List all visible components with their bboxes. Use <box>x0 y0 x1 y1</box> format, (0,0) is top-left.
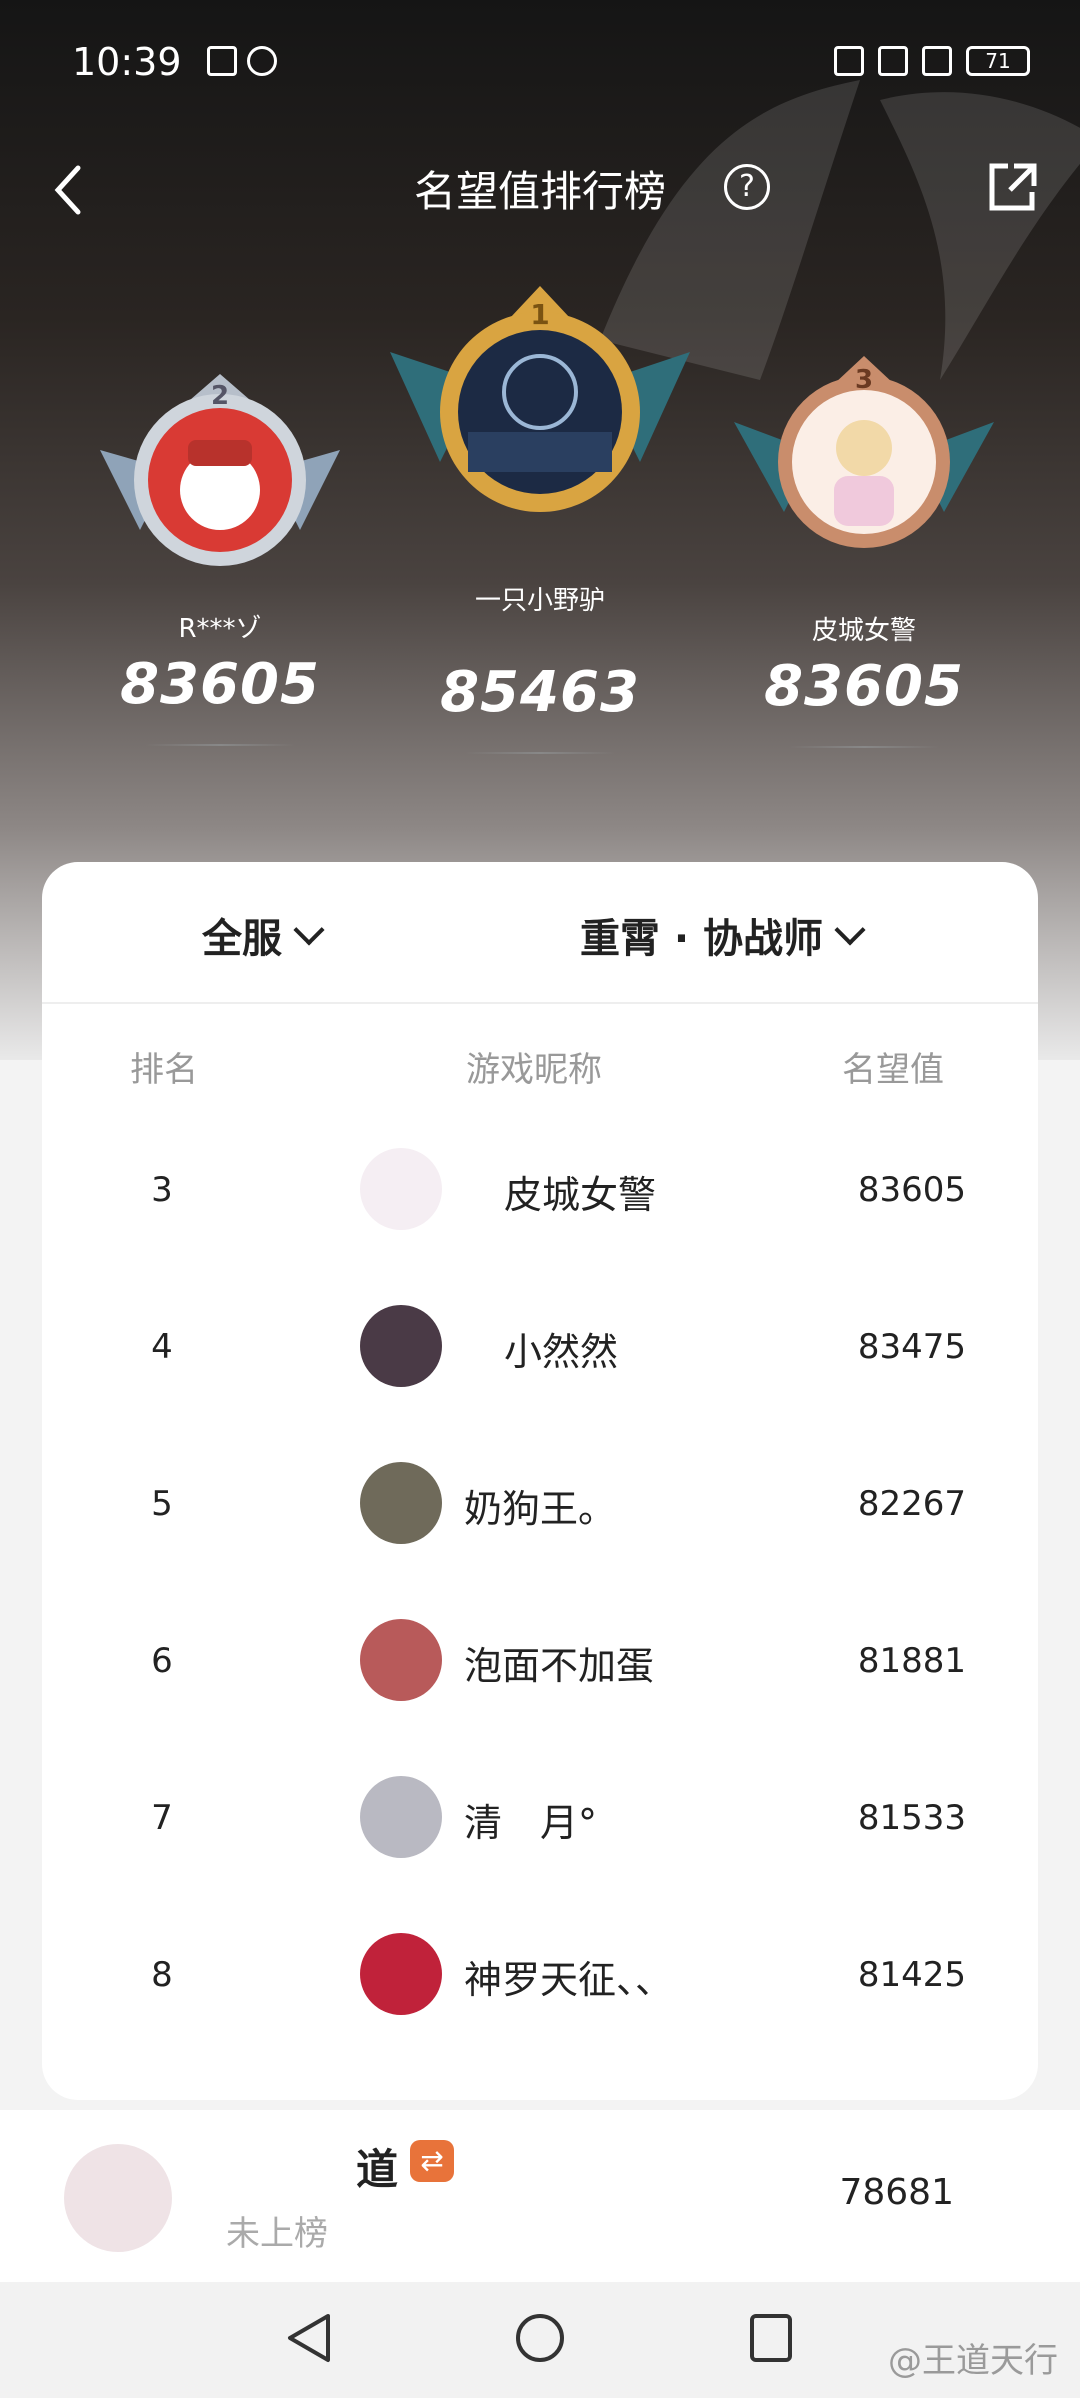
wechat-icon <box>247 46 277 76</box>
system-icons: 71 <box>834 46 1030 76</box>
chevron-down-icon <box>293 914 325 946</box>
row-score: 82267 <box>857 1484 966 1524</box>
row-nickname: 泡面不加蛋 <box>464 1644 655 1688</box>
hero-filter-label: 重霄 · 协战师 <box>580 916 824 962</box>
row-score: 81425 <box>857 1955 966 1995</box>
table-row[interactable]: 3 皮城女警 83605 <box>42 1112 1038 1269</box>
battery-level: 71 <box>985 49 1011 73</box>
nav-back-icon[interactable] <box>284 2310 334 2366</box>
avatar <box>360 1462 442 1544</box>
bluetooth-icon <box>878 46 908 76</box>
ornament-line <box>465 752 615 754</box>
leaderboard-card: 全服 重霄 · 协战师 排名 游戏昵称 名望值 3 皮城女警 83605 4 小… <box>42 862 1038 2100</box>
row-score: 83475 <box>857 1327 966 1367</box>
badge-rank-number: 3 <box>855 365 873 395</box>
battery-icon: 71 <box>966 46 1030 76</box>
transfer-badge-icon: ⇄ <box>410 2140 454 2182</box>
podium-score: 85463 <box>440 660 640 725</box>
avatar <box>360 1933 442 2015</box>
column-header-nickname: 游戏昵称 <box>466 1050 602 1090</box>
table-row[interactable]: 4 小然然 83475 <box>42 1269 1038 1426</box>
row-rank: 7 <box>151 1798 173 1838</box>
row-rank: 3 <box>151 1170 173 1210</box>
silver-rank-badge: 2 <box>100 374 340 566</box>
my-rank-status: 未上榜 <box>226 2214 328 2254</box>
podium-third[interactable]: 3 皮城女警 83605 <box>714 352 1014 772</box>
status-bar: 10:39 71 <box>72 40 1030 90</box>
row-rank: 6 <box>151 1641 173 1681</box>
podium-name: 皮城女警 <box>811 616 916 646</box>
status-time: 10:39 <box>72 40 182 84</box>
system-navigation-bar: @王道天行 <box>0 2282 1080 2398</box>
bronze-rank-badge: 3 <box>734 356 994 548</box>
row-rank: 4 <box>151 1327 173 1367</box>
column-header-score: 名望值 <box>842 1050 944 1090</box>
ornament-line <box>789 746 939 748</box>
nav-home-icon[interactable] <box>512 2310 568 2366</box>
avatar <box>64 2144 172 2252</box>
row-nickname: 皮城女警 <box>504 1173 657 1217</box>
row-nickname: 清 月° <box>464 1801 598 1845</box>
share-icon[interactable] <box>984 160 1040 216</box>
table-row[interactable]: 8 神罗天征、、 81425 <box>42 1897 1038 2054</box>
podium-name: 一只小野驴 <box>474 586 605 616</box>
avatar <box>360 1619 442 1701</box>
watermark: @王道天行 <box>888 2341 1058 2381</box>
avatar <box>360 1148 442 1230</box>
avatar <box>360 1776 442 1858</box>
my-score: 78681 <box>839 2172 954 2213</box>
nav-recents-icon[interactable] <box>746 2310 796 2366</box>
podium-first[interactable]: 1 一只小野驴 85463 <box>390 282 690 762</box>
table-row[interactable]: 6 泡面不加蛋 81881 <box>42 1583 1038 1740</box>
signal-icon <box>922 46 952 76</box>
page-title: 名望值排行榜 <box>413 167 666 216</box>
podium-name: R***ゾ <box>178 614 262 644</box>
nfc-icon <box>834 46 864 76</box>
my-ranking-bar[interactable]: 道 ⇄ 未上榜 78681 <box>0 2110 1080 2282</box>
podium-second[interactable]: 2 R***ゾ 83605 <box>70 370 370 770</box>
region-filter-label: 全服 <box>202 916 282 962</box>
my-nickname: 道 <box>356 2145 399 2194</box>
table-row[interactable]: 5 奶狗王。 82267 <box>42 1426 1038 1583</box>
row-score: 81533 <box>857 1798 966 1838</box>
podium-score: 83605 <box>120 652 320 717</box>
row-nickname: 神罗天征、、 <box>464 1958 674 2002</box>
row-score: 81881 <box>857 1641 966 1681</box>
row-rank: 5 <box>151 1484 173 1524</box>
row-nickname: 小然然 <box>504 1330 619 1374</box>
region-filter-dropdown[interactable]: 全服 <box>202 906 325 964</box>
row-rank: 8 <box>151 1955 173 1995</box>
row-score: 83605 <box>857 1170 966 1210</box>
gold-rank-badge: 1 <box>390 286 690 512</box>
badge-rank-number: 1 <box>530 298 549 331</box>
page-header: 名望值排行榜 ? <box>0 150 1080 230</box>
filter-bar: 全服 重霄 · 协战师 <box>42 862 1038 1004</box>
avatar <box>360 1305 442 1387</box>
ornament-line <box>145 744 295 746</box>
hero-filter-dropdown[interactable]: 重霄 · 协战师 <box>580 906 866 964</box>
help-icon[interactable]: ? <box>724 164 770 210</box>
ranking-list: 3 皮城女警 83605 4 小然然 83475 5 奶狗王。 82267 6 … <box>42 1112 1038 2100</box>
row-nickname: 奶狗王。 <box>464 1487 617 1531</box>
podium-score: 83605 <box>764 654 964 719</box>
chevron-down-icon <box>834 914 866 946</box>
badge-rank-number: 2 <box>211 381 229 411</box>
column-headers: 排名 游戏昵称 名望值 <box>42 1042 1038 1092</box>
upload-icon <box>207 46 237 76</box>
notification-icons <box>207 46 277 76</box>
table-row[interactable]: 7 清 月° 81533 <box>42 1740 1038 1897</box>
column-header-rank: 排名 <box>130 1050 198 1090</box>
